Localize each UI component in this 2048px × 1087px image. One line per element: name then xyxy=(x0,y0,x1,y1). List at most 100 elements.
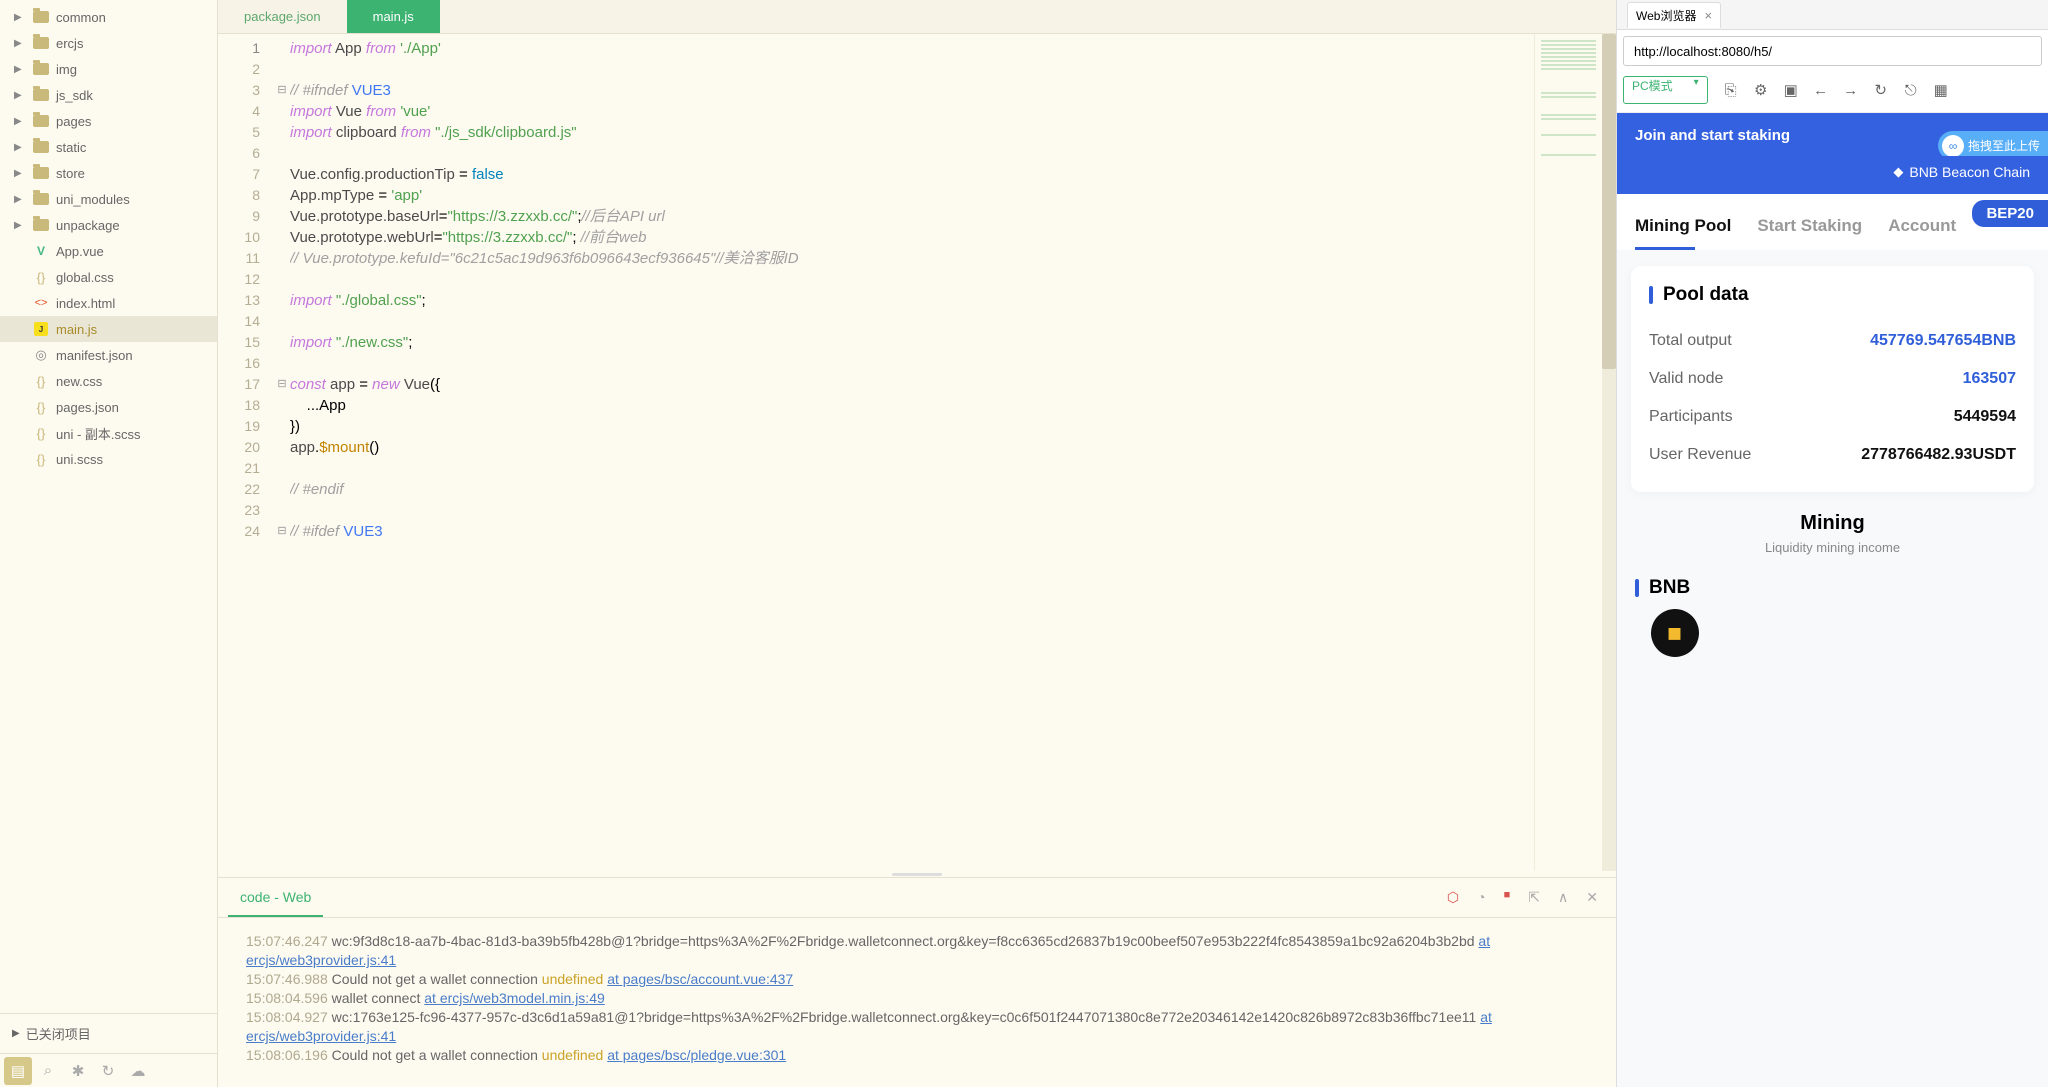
minimap[interactable] xyxy=(1534,34,1602,871)
fold-icon[interactable]: ⊟ xyxy=(274,521,290,542)
chevron-right-icon: ▶ xyxy=(14,168,28,179)
reload-icon[interactable]: ↻ xyxy=(1868,77,1894,103)
fold-icon[interactable] xyxy=(274,332,290,353)
file-manifest.json[interactable]: ◎ manifest.json xyxy=(0,342,217,368)
console-body[interactable]: 15:07:46.247 wc:9f3d8c18-aa7b-4bac-81d3-… xyxy=(218,918,1616,1087)
log-link[interactable]: at ercjs/web3provider.js:41 xyxy=(246,933,1490,968)
close-icon[interactable]: × xyxy=(1704,8,1712,23)
mining-title: Mining xyxy=(1617,512,2048,535)
fold-icon[interactable] xyxy=(274,416,290,437)
file-main.js[interactable]: J main.js xyxy=(0,316,217,342)
file-new.css[interactable]: {} new.css xyxy=(0,368,217,394)
editor-tab[interactable]: main.js xyxy=(347,0,440,33)
gear-icon[interactable]: ⚙ xyxy=(1748,77,1774,103)
fold-icon[interactable] xyxy=(274,290,290,311)
stat-label: Valid node xyxy=(1649,370,1723,388)
stop-icon[interactable]: ■ xyxy=(1504,889,1511,906)
fold-icon[interactable] xyxy=(274,59,290,80)
stat-value: 457769.547654BNB xyxy=(1870,332,2016,350)
preview-page[interactable]: Join and start staking ∞ 拖拽至此上传 ◆ BNB Be… xyxy=(1617,113,2048,1087)
tab-start-staking[interactable]: Start Staking xyxy=(1757,202,1872,250)
collapse-up-icon[interactable]: ∧ xyxy=(1558,889,1568,906)
folder-label: common xyxy=(56,10,106,25)
folder-static[interactable]: ▶ static xyxy=(0,134,217,160)
code-area[interactable]: import App from './App' // #ifndef VUE3i… xyxy=(290,34,1534,871)
url-input[interactable] xyxy=(1623,36,2042,66)
folder-pages[interactable]: ▶ pages xyxy=(0,108,217,134)
file-label: App.vue xyxy=(56,244,104,259)
refresh-icon[interactable]: ↻ xyxy=(94,1057,122,1085)
fold-icon[interactable] xyxy=(274,248,290,269)
folder-icon xyxy=(33,167,49,179)
file-global.css[interactable]: {} global.css xyxy=(0,264,217,290)
folder-js_sdk[interactable]: ▶ js_sdk xyxy=(0,82,217,108)
log-link[interactable]: at pages/bsc/pledge.vue:301 xyxy=(607,1047,786,1063)
scrollbar[interactable] xyxy=(1602,34,1616,871)
chevron-right-icon: ▶ xyxy=(14,38,28,49)
fold-icon[interactable] xyxy=(274,206,290,227)
file-icon: V xyxy=(32,242,50,260)
fold-icon[interactable] xyxy=(274,185,290,206)
log-link[interactable]: at pages/bsc/account.vue:437 xyxy=(607,971,793,987)
editor-tab[interactable]: package.json xyxy=(218,0,347,33)
explorer-primary-icon[interactable]: ▤ xyxy=(4,1057,32,1085)
back-icon[interactable]: ← xyxy=(1808,77,1834,103)
mode-select[interactable]: PC模式 xyxy=(1623,76,1708,104)
forward-icon[interactable]: → xyxy=(1838,77,1864,103)
fold-icon[interactable] xyxy=(274,269,290,290)
fold-icon[interactable] xyxy=(274,38,290,59)
browser-tab[interactable]: Web浏览器 × xyxy=(1627,2,1721,28)
file-icon: {} xyxy=(32,424,50,442)
fold-icon[interactable]: ⊟ xyxy=(274,80,290,101)
grid-icon[interactable]: ▦ xyxy=(1928,77,1954,103)
cloud-icon[interactable]: ☁ xyxy=(124,1057,152,1085)
fold-icon[interactable] xyxy=(274,500,290,521)
folder-icon xyxy=(33,141,49,153)
folder-icon xyxy=(33,219,49,231)
title-bar-icon xyxy=(1649,286,1653,304)
close-icon[interactable]: ✕ xyxy=(1586,889,1598,906)
lock-icon[interactable]: ⎋ xyxy=(1898,77,1924,103)
file-uni - 副本.scss[interactable]: {} uni - 副本.scss xyxy=(0,420,217,446)
console-tab[interactable]: code - Web xyxy=(228,878,323,917)
fold-icon[interactable] xyxy=(274,311,290,332)
fold-icon[interactable] xyxy=(274,122,290,143)
search-icon[interactable]: ⌕ xyxy=(34,1057,62,1085)
fold-icon[interactable] xyxy=(274,143,290,164)
export-icon[interactable]: ⇱ xyxy=(1528,889,1540,906)
devtools-icon[interactable]: ▣ xyxy=(1778,77,1804,103)
tab-account[interactable]: Account xyxy=(1888,202,1966,250)
error-icon[interactable]: ⬡ xyxy=(1447,889,1459,906)
bug-icon[interactable]: ✱ xyxy=(64,1057,92,1085)
file-index.html[interactable]: <> index.html xyxy=(0,290,217,316)
fold-icon[interactable] xyxy=(274,164,290,185)
file-icon: ◎ xyxy=(32,346,50,364)
folder-common[interactable]: ▶ common xyxy=(0,4,217,30)
file-pages.json[interactable]: {} pages.json xyxy=(0,394,217,420)
tab-mining-pool[interactable]: Mining Pool xyxy=(1635,202,1741,250)
log-link[interactable]: at ercjs/web3model.min.js:49 xyxy=(424,990,605,1006)
folder-img[interactable]: ▶ img xyxy=(0,56,217,82)
file-uni.scss[interactable]: {} uni.scss xyxy=(0,446,217,472)
fold-icon[interactable] xyxy=(274,101,290,122)
fold-icon[interactable] xyxy=(274,437,290,458)
fold-icon[interactable] xyxy=(274,227,290,248)
file-App.vue[interactable]: V App.vue xyxy=(0,238,217,264)
folder-ercjs[interactable]: ▶ ercjs xyxy=(0,30,217,56)
fold-icon[interactable] xyxy=(274,458,290,479)
fold-icon[interactable] xyxy=(274,479,290,500)
log-link[interactable]: at ercjs/web3provider.js:41 xyxy=(246,1009,1492,1044)
chain-label: BNB Beacon Chain xyxy=(1909,164,2030,180)
chevron-right-icon: ▶ xyxy=(14,64,28,75)
upload-pill[interactable]: ∞ 拖拽至此上传 xyxy=(1938,131,2048,156)
timer-icon[interactable]: ◔ xyxy=(1477,889,1485,906)
folder-uni_modules[interactable]: ▶ uni_modules xyxy=(0,186,217,212)
folder-unpackage[interactable]: ▶ unpackage xyxy=(0,212,217,238)
open-icon[interactable]: ⎘ xyxy=(1718,77,1744,103)
fold-icon[interactable] xyxy=(274,353,290,374)
fold-icon[interactable]: ⊟ xyxy=(274,374,290,395)
folder-store[interactable]: ▶ store xyxy=(0,160,217,186)
closed-projects[interactable]: ▶ 已关闭项目 xyxy=(0,1013,217,1053)
fold-icon[interactable] xyxy=(274,395,290,416)
file-icon: {} xyxy=(32,450,50,468)
